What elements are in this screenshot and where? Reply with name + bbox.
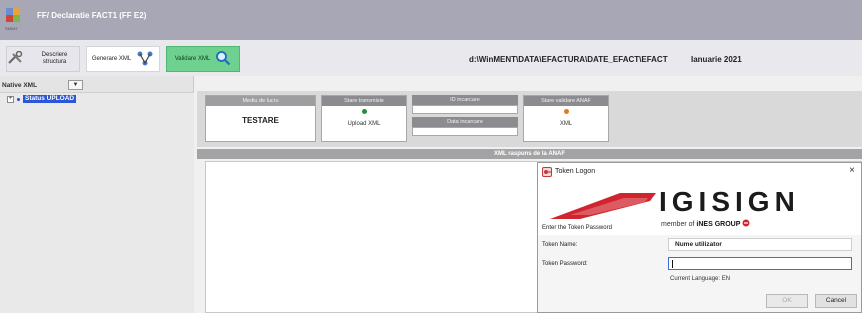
close-icon[interactable]: × — [849, 166, 855, 176]
enter-password-instruction: Enter the Token Password — [542, 225, 612, 231]
mediu-de-lucru-header: Mediu de lucru — [206, 96, 315, 106]
native-xml-combo[interactable]: Native XML ▼ — [2, 79, 190, 91]
anaf-xml-button[interactable]: XML — [524, 121, 608, 127]
stare-transmisie-box[interactable]: Stare transmisie Upload XML — [321, 95, 407, 142]
toolbar: Descriere structura Generare XML Validar… — [0, 40, 862, 76]
member-of-text: member of — [661, 221, 695, 228]
tree-view: + Status UPLOAD — [0, 92, 194, 313]
left-panel: Native XML ▼ + Status UPLOAD — [0, 76, 194, 313]
upload-status-icon — [362, 109, 367, 114]
id-incarcare-box: ID incarcare Data incarcare — [412, 95, 518, 142]
tree-item-label: Status UPLOAD — [23, 95, 77, 103]
token-name-label: Token Name: — [542, 242, 578, 248]
app-logo-icon — [6, 8, 20, 22]
generare-xml-button[interactable]: Generare XML — [86, 46, 160, 72]
dialog-title-bar: Token Logon × — [538, 163, 861, 181]
text-caret — [672, 260, 673, 268]
ines-group-text: iNES GROUP — [696, 221, 741, 228]
token-name-field[interactable]: Nume utilizator — [668, 238, 852, 251]
generare-xml-label: Generare XML — [91, 55, 132, 62]
chevron-down-icon[interactable]: ▼ — [68, 80, 83, 90]
xml-raspuns-header: XML raspuns de la ANAF — [197, 149, 862, 159]
tools-icon — [7, 50, 25, 67]
descriere-structura-button[interactable]: Descriere structura — [6, 46, 80, 72]
title-bar: SMIMT FF/ Declaratie FACT1 (FF E2) — [0, 0, 862, 40]
magnifier-icon — [215, 50, 231, 68]
dialog-title: Token Logon — [555, 168, 596, 175]
data-incarcare-field — [412, 127, 518, 136]
period-label: Ianuarie 2021 — [691, 55, 742, 64]
igisign-swoosh-icon — [550, 193, 656, 219]
id-incarcare-header: ID incarcare — [412, 95, 518, 105]
upload-xml-button[interactable]: Upload XML — [322, 121, 406, 127]
window-title: FF/ Declaratie FACT1 (FF E2) — [37, 11, 147, 20]
stare-transmisie-header: Stare transmisie — [322, 96, 406, 106]
validare-xml-label: Validare XML — [174, 55, 211, 62]
app-icon-caption: SMIMT — [5, 26, 18, 31]
token-password-label: Token Password: — [542, 261, 588, 267]
data-path: d:\WinMENT\DATA\EFACTURA\DATE_EFACT\EFAC… — [469, 55, 668, 64]
expand-icon[interactable]: + — [7, 95, 14, 103]
tree-item-status-upload[interactable]: + Status UPLOAD — [7, 95, 77, 103]
mediu-de-lucru-box: Mediu de lucru TESTARE — [205, 95, 316, 142]
current-language-text: Current Language: EN — [670, 276, 731, 282]
stare-validare-anaf-box[interactable]: Stare validare ANAF XML — [523, 95, 609, 142]
cancel-button[interactable]: Cancel — [815, 294, 857, 308]
mediu-de-lucru-value: TESTARE — [242, 116, 279, 125]
id-incarcare-field — [412, 105, 518, 114]
ok-button[interactable]: OK — [766, 294, 808, 308]
status-strip: Mediu de lucru TESTARE Stare transmisie … — [197, 91, 862, 147]
token-password-field[interactable] — [668, 257, 852, 270]
ines-logo-icon — [742, 219, 750, 227]
descriere-structura-label: Descriere structura — [41, 52, 68, 65]
node-bullet-icon — [17, 97, 20, 101]
data-incarcare-header: Data incarcare — [412, 117, 518, 127]
validare-xml-button[interactable]: Validare XML — [166, 46, 240, 72]
igisign-logo-text: IGISIGN — [659, 186, 800, 217]
token-logon-dialog: Token Logon × IGISIGN member of iNES GRO… — [537, 162, 862, 313]
network-icon — [136, 50, 154, 68]
anaf-status-icon — [564, 109, 569, 114]
igisign-subtitle: member of iNES GROUP — [661, 219, 750, 228]
native-xml-label: Native XML — [2, 81, 38, 89]
token-key-icon — [542, 167, 552, 177]
stare-validare-anaf-header: Stare validare ANAF — [524, 96, 608, 106]
